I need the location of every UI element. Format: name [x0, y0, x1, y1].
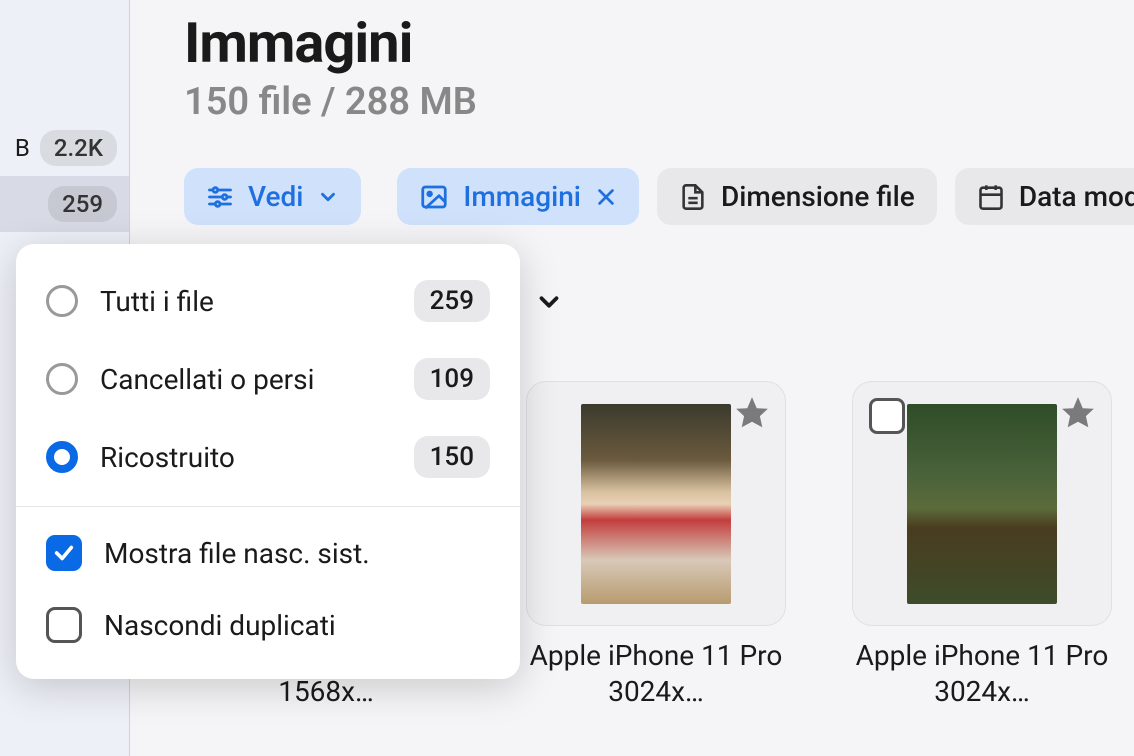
thumbnail-image [581, 404, 731, 604]
filesize-label: Dimensione file [721, 180, 915, 213]
dropdown-option-reconstructed[interactable]: Ricostruito 150 [16, 418, 520, 496]
radio-icon [46, 285, 78, 317]
sidebar-item-label: B [15, 134, 30, 162]
dropdown-hide-dupes[interactable]: Nascondi duplicati [16, 589, 520, 661]
option-count: 259 [414, 280, 490, 322]
image-icon [419, 182, 449, 212]
star-icon[interactable] [1059, 394, 1097, 436]
sidebar-item-1[interactable]: 259 [0, 176, 129, 232]
images-label: Immagini [463, 180, 581, 213]
select-checkbox[interactable] [869, 398, 905, 434]
card-title: Apple iPhone 11 Pro 3024x… [526, 638, 786, 711]
images-chip[interactable]: Immagini [397, 168, 639, 225]
option-label: Mostra file nasc. sist. [104, 537, 490, 570]
view-chip[interactable]: Vedi [184, 168, 361, 225]
option-count: 109 [414, 358, 490, 400]
datemod-chip[interactable]: Data modi [955, 168, 1134, 225]
filter-row: Vedi Immagini Dimensione file Da [184, 168, 1134, 225]
file-icon [679, 183, 707, 211]
dropdown-option-deleted[interactable]: Cancellati o persi 109 [16, 340, 520, 418]
radio-icon [46, 441, 78, 473]
dropdown-option-all[interactable]: Tutti i file 259 [16, 262, 520, 340]
option-count: 150 [414, 436, 490, 478]
thumb-wrap [526, 381, 786, 626]
expand-row[interactable] [534, 287, 1134, 321]
sidebar-badge: 259 [48, 186, 117, 222]
thumb-wrap [852, 381, 1112, 626]
dropdown-show-hidden[interactable]: Mostra file nasc. sist. [16, 517, 520, 589]
chevron-down-icon [534, 287, 564, 321]
filesize-chip[interactable]: Dimensione file [657, 168, 937, 225]
option-label: Tutti i file [100, 285, 392, 318]
option-label: Cancellati o persi [100, 363, 392, 396]
page-title: Immagini [184, 10, 1134, 76]
card-title: Apple iPhone 11 Pro 3024x… [852, 638, 1112, 711]
divider [16, 506, 520, 507]
datemod-label: Data modi [1019, 180, 1134, 213]
star-icon[interactable] [733, 394, 771, 436]
view-label: Vedi [248, 180, 303, 213]
sidebar-badge: 2.2K [40, 130, 117, 166]
option-label: Nascondi duplicati [104, 609, 490, 642]
sidebar-item-0[interactable]: B 2.2K [0, 120, 129, 176]
thumbnail-card[interactable]: Apple iPhone 11 Pro 3024x… [526, 381, 786, 711]
calendar-icon [977, 183, 1005, 211]
thumbnail-image [907, 404, 1057, 604]
close-icon[interactable] [595, 186, 617, 208]
sliders-icon [206, 183, 234, 211]
option-label: Ricostruito [100, 441, 392, 474]
page-subtitle: 150 file / 288 MB [184, 80, 1134, 124]
checkbox-icon [46, 535, 82, 571]
checkbox-icon [46, 607, 82, 643]
thumbnail-card[interactable]: Apple iPhone 11 Pro 3024x… [852, 381, 1112, 711]
radio-icon [46, 363, 78, 395]
chevron-down-icon [317, 186, 339, 208]
view-dropdown: Tutti i file 259 Cancellati o persi 109 … [16, 244, 520, 679]
